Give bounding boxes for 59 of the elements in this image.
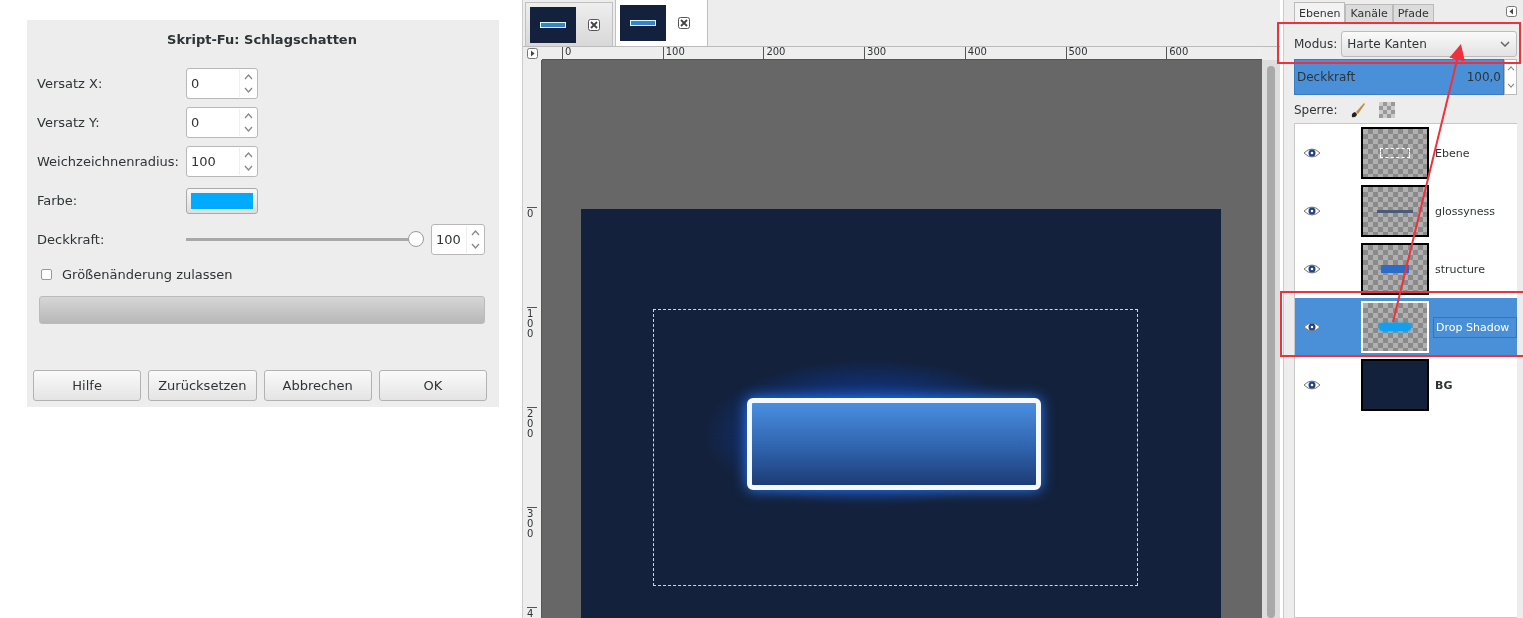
lock-label: Sperre:	[1294, 103, 1338, 117]
ruler-label: 4	[527, 607, 537, 618]
dialog-title: Skript-Fu: Schlagschatten	[166, 31, 358, 47]
layer-row[interactable]: glossyness	[1295, 182, 1517, 240]
number-field[interactable]: 0	[186, 107, 258, 138]
layer-thumbnail	[1361, 243, 1429, 295]
opacity-field[interactable]: Deckkraft 100,0	[1294, 59, 1504, 95]
checkbox[interactable]	[41, 269, 52, 280]
dialog-button[interactable]: OK	[378, 370, 487, 401]
dialog-button[interactable]: Abbrechen	[263, 370, 372, 401]
field-label: Farbe:	[37, 193, 79, 208]
mode-dropdown[interactable]: Harte Kanten	[1341, 31, 1517, 57]
ruler-label: 300	[527, 507, 537, 539]
checkbox-label[interactable]: Größenänderung zulassen	[62, 267, 233, 282]
eye-icon[interactable]	[1303, 379, 1321, 391]
layer-thumbnail	[1361, 185, 1429, 237]
color-button[interactable]	[186, 187, 258, 214]
eye-icon[interactable]	[1303, 263, 1321, 275]
field-label: Versatz X:	[37, 76, 104, 91]
checker-icon[interactable]	[1379, 102, 1396, 118]
ruler-label: 0	[527, 207, 537, 219]
dialog-button[interactable]: Zurücksetzen	[148, 370, 257, 401]
image-thumbnail	[620, 5, 666, 41]
layer-name: Ebene	[1434, 145, 1471, 162]
layer-name: structure	[1434, 261, 1486, 278]
number-field[interactable]: 100	[186, 146, 258, 177]
opacity-value: 100,0	[1466, 69, 1501, 86]
opacity-label: Deckkraft	[1297, 69, 1356, 86]
layer-thumbnail	[1361, 359, 1429, 411]
close-icon	[588, 18, 600, 31]
panel-tab[interactable]: Ebenen	[1294, 2, 1346, 23]
panel-menu-icon	[1506, 6, 1517, 17]
mode-label: Modus:	[1294, 37, 1338, 51]
number-field[interactable]: 100	[431, 224, 485, 255]
eye-icon[interactable]	[1303, 147, 1321, 159]
ruler-label: 100	[527, 307, 537, 339]
dialog-button[interactable]: Hilfe	[33, 370, 142, 401]
eye-icon[interactable]	[1303, 321, 1321, 333]
layer-row[interactable]: BG	[1295, 356, 1517, 414]
layer-name: Drop Shadow	[1433, 316, 1517, 338]
caret-icon	[1500, 41, 1510, 47]
field-label: Weichzeichnenradius:	[37, 154, 180, 169]
layer-thumbnail	[1361, 301, 1429, 353]
layer-row[interactable]: structure	[1295, 240, 1517, 298]
number-field[interactable]: 0	[186, 68, 258, 99]
brush-icon	[1349, 101, 1368, 119]
field-label: Deckkraft:	[37, 232, 106, 247]
layer-thumbnail	[1361, 127, 1429, 179]
image-thumbnail	[530, 6, 576, 43]
layer-row[interactable]: Ebene	[1295, 124, 1517, 182]
layer-name: BG	[1434, 377, 1454, 394]
image-tab[interactable]	[615, 0, 708, 46]
scrollbar-thumb[interactable]	[1267, 66, 1275, 618]
layer-name: glossyness	[1434, 203, 1496, 220]
ruler-label: 200	[527, 407, 537, 439]
field-label: Versatz Y:	[37, 115, 101, 130]
eye-icon[interactable]	[1303, 205, 1321, 217]
close-icon	[678, 17, 690, 29]
image-tab[interactable]	[525, 2, 613, 46]
